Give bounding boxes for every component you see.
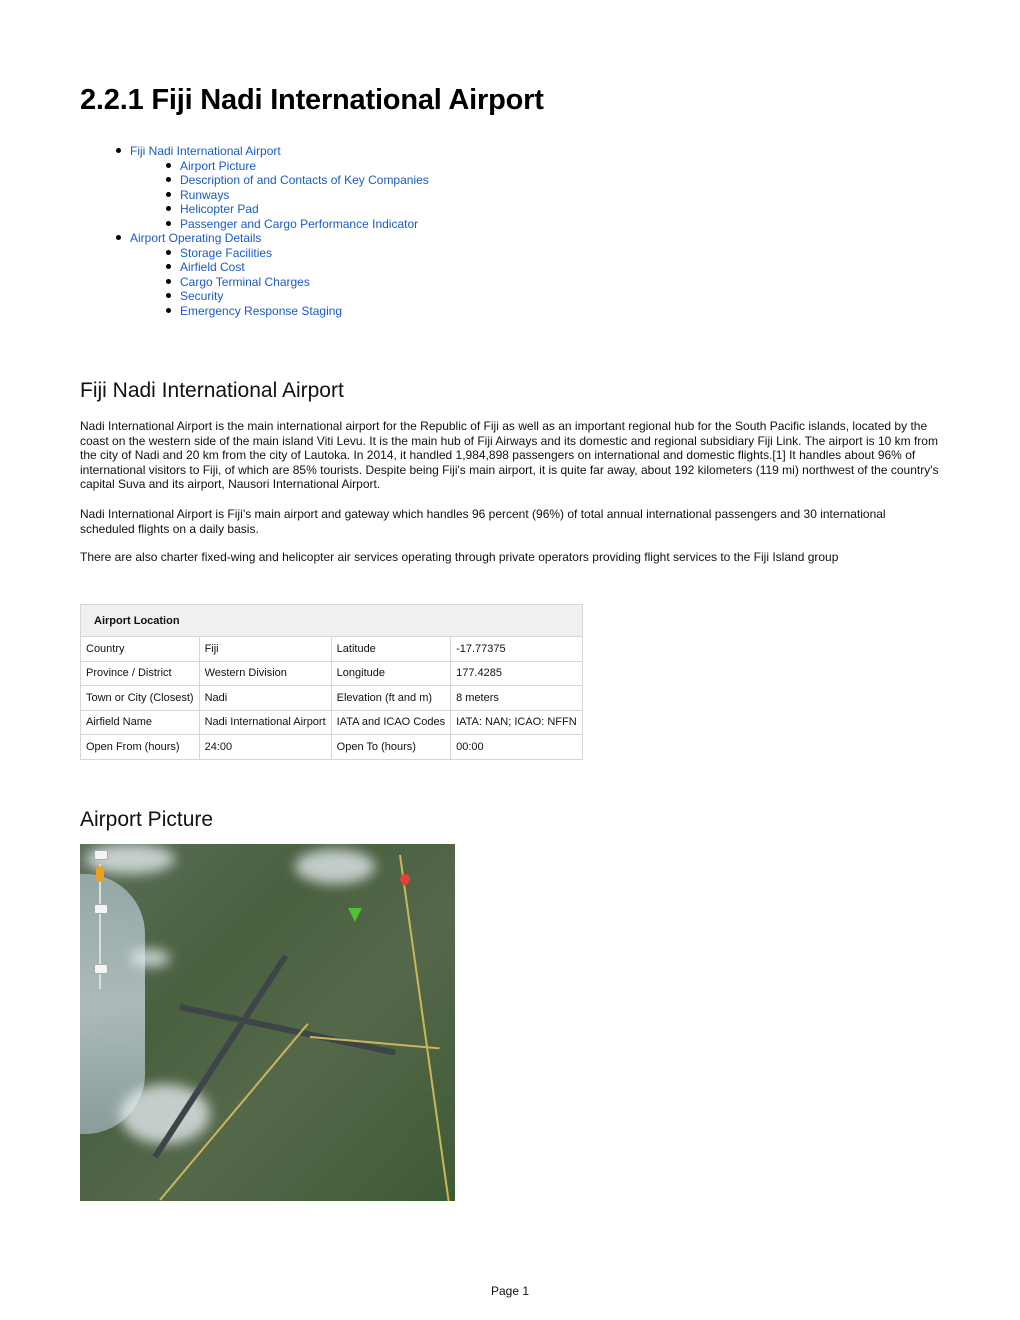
cloud [130, 949, 170, 967]
toc-link[interactable]: Cargo Terminal Charges [180, 275, 310, 289]
table-row: Province / District Western Division Lon… [80, 660, 583, 686]
value-cell: Nadi International Airport [198, 709, 332, 735]
toc-item: Fiji Nadi International Airport [80, 144, 429, 159]
map-zoom-handle[interactable] [94, 964, 108, 974]
section-heading: Fiji Nadi International Airport [80, 379, 344, 402]
paragraph: Nadi International Airport is Fiji’s mai… [80, 507, 886, 536]
value-cell: -17.77375 [450, 636, 583, 662]
value-cell: 24:00 [198, 734, 332, 760]
airport-satellite-image [80, 844, 455, 1201]
street-view-pegman-icon[interactable] [96, 866, 104, 882]
toc-item: Helicopter Pad [80, 202, 429, 217]
value-cell: 8 meters [450, 685, 583, 711]
toc-item: Security [80, 289, 429, 304]
value-cell: IATA: NAN; ICAO: NFFN [450, 709, 583, 735]
label-cell: Open From (hours) [80, 734, 200, 760]
value-cell: Fiji [198, 636, 332, 662]
page-number: Page 1 [490, 1284, 530, 1298]
toc-link[interactable]: Fiji Nadi International Airport [130, 144, 281, 158]
toc-link[interactable]: Passenger and Cargo Performance Indicato… [180, 217, 418, 231]
label-cell: Airfield Name [80, 709, 200, 735]
label-cell: Town or City (Closest) [80, 685, 200, 711]
toc-item: Airfield Cost [80, 260, 429, 275]
label-cell: Open To (hours) [330, 734, 452, 760]
label-cell: Longitude [330, 660, 452, 686]
section-heading: Airport Picture [80, 808, 214, 831]
label-cell: IATA and ICAO Codes [330, 709, 452, 735]
toc-item: Description of and Contacts of Key Compa… [80, 173, 429, 188]
map-pan-control[interactable] [94, 850, 108, 860]
table-row: Open From (hours) 24:00 Open To (hours) … [80, 734, 583, 760]
toc-item: Storage Facilities [80, 246, 429, 261]
map-marker-icon[interactable] [397, 871, 413, 887]
value-cell: Nadi [198, 685, 332, 711]
toc-link[interactable]: Security [180, 289, 223, 303]
toc-item: Runways [80, 188, 429, 203]
table-header: Airport Location [80, 604, 583, 637]
label-cell: Country [80, 636, 200, 662]
toc-item: Cargo Terminal Charges [80, 275, 429, 290]
paragraph: There are also charter fixed-wing and he… [80, 550, 839, 564]
toc-link[interactable]: Storage Facilities [180, 246, 272, 260]
page-title: 2.2.1 Fiji Nadi International Airport [80, 84, 544, 116]
toc-item: Emergency Response Staging [80, 304, 429, 319]
paragraph: Nadi International Airport is the main i… [80, 419, 939, 492]
location-arrow-icon [348, 908, 362, 922]
cloud [295, 849, 375, 884]
toc-link[interactable]: Helicopter Pad [180, 202, 259, 216]
toc-link[interactable]: Description of and Contacts of Key Compa… [180, 173, 429, 187]
label-cell: Province / District [80, 660, 200, 686]
table-of-contents: Fiji Nadi International Airport Airport … [80, 144, 429, 318]
toc-item: Airport Picture [80, 159, 429, 174]
label-cell: Elevation (ft and m) [330, 685, 452, 711]
value-cell: Western Division [198, 660, 332, 686]
table-row: Airfield Name Nadi International Airport… [80, 709, 583, 735]
value-cell: 177.4285 [450, 660, 583, 686]
toc-link[interactable]: Emergency Response Staging [180, 304, 342, 318]
value-cell: 00:00 [450, 734, 583, 760]
toc-item: Passenger and Cargo Performance Indicato… [80, 217, 429, 232]
map-zoom-in-button[interactable] [94, 904, 108, 914]
road [399, 854, 450, 1201]
toc-item: Airport Operating Details [80, 231, 429, 246]
toc-link[interactable]: Runways [180, 188, 229, 202]
label-cell: Latitude [330, 636, 452, 662]
table-row: Town or City (Closest) Nadi Elevation (f… [80, 685, 583, 711]
toc-link[interactable]: Airfield Cost [180, 260, 245, 274]
toc-link[interactable]: Airport Operating Details [130, 231, 261, 245]
toc-link[interactable]: Airport Picture [180, 159, 256, 173]
table-row: Country Fiji Latitude -17.77375 [80, 636, 583, 662]
airport-location-table: Airport Location Country Fiji Latitude -… [80, 604, 583, 760]
